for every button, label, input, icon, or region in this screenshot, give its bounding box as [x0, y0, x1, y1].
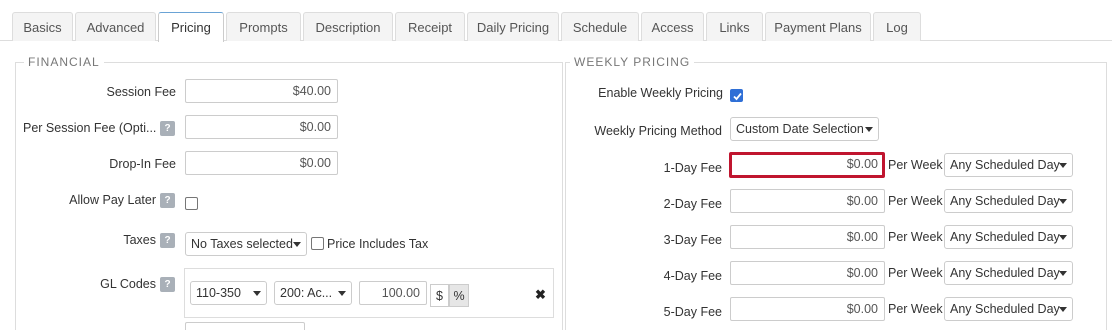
gl-remove-icon[interactable]: ✖: [535, 287, 546, 303]
fee-5-day-select[interactable]: Any Scheduled Day: [944, 297, 1073, 321]
fee-4-day-label: 4-Day Fee: [663, 269, 722, 283]
taxes-select[interactable]: No Taxes selected: [185, 232, 307, 256]
fee-1-day-label: 1-Day Fee: [663, 161, 722, 175]
per-week-label: Per Week: [888, 266, 943, 280]
taxes-select-value: No Taxes selected: [191, 237, 293, 251]
gl-amount-input[interactable]: 100.00: [359, 281, 427, 305]
weekly-pricing-method-label: Weekly Pricing Method: [594, 124, 722, 138]
enable-weekly-pricing-checkbox[interactable]: [730, 89, 743, 102]
price-includes-tax-label: Price Includes Tax: [327, 237, 429, 251]
weekly-pricing-legend: WEEKLY PRICING: [570, 55, 695, 69]
session-fee-label: Session Fee: [106, 85, 176, 99]
tab-advanced[interactable]: Advanced: [75, 12, 156, 41]
drop-in-fee-input[interactable]: $0.00: [185, 151, 338, 175]
chevron-down-icon: [1059, 163, 1067, 168]
tab-links[interactable]: Links: [706, 12, 763, 41]
session-fee-input[interactable]: $40.00: [185, 79, 338, 103]
gl-dollar-toggle[interactable]: $: [430, 284, 449, 307]
tab-daily-pricing[interactable]: Daily Pricing: [467, 12, 559, 41]
financial-legend: FINANCIAL: [24, 55, 104, 69]
fee-5-day-label: 5-Day Fee: [663, 305, 722, 319]
fee-2-day-label: 2-Day Fee: [663, 197, 722, 211]
per-session-fee-input[interactable]: $0.00: [185, 115, 338, 139]
chevron-down-icon: [253, 291, 261, 296]
per-week-label: Per Week: [888, 302, 943, 316]
enable-weekly-pricing-label: Enable Weekly Pricing: [598, 86, 723, 100]
gl-code-select-value: 110-350: [196, 286, 241, 300]
tab-payment-plans[interactable]: Payment Plans: [765, 12, 871, 41]
weekly-pricing-method-value: Custom Date Selection: [736, 122, 864, 136]
per-session-fee-help-icon[interactable]: ?: [160, 121, 175, 136]
fee-1-day-input[interactable]: $0.00: [729, 152, 885, 178]
fee-3-day-select[interactable]: Any Scheduled Day: [944, 225, 1073, 249]
gl-account-select[interactable]: 200: Ac...: [274, 281, 352, 305]
chevron-down-icon: [1059, 235, 1067, 240]
taxes-label: Taxes: [123, 233, 156, 247]
taxes-help-icon[interactable]: ?: [160, 233, 175, 248]
drop-in-fee-label: Drop-In Fee: [109, 157, 176, 171]
gl-percent-toggle[interactable]: %: [449, 284, 469, 307]
tab-description[interactable]: Description: [303, 12, 393, 41]
fee-5-day-input[interactable]: $0.00: [730, 297, 885, 321]
gl-codes-label: GL Codes: [100, 277, 156, 291]
gl-codes-help-icon[interactable]: ?: [160, 277, 175, 292]
gl-code-select[interactable]: 110-350: [190, 281, 267, 305]
tab-receipt[interactable]: Receipt: [395, 12, 465, 41]
chevron-down-icon: [1059, 307, 1067, 312]
gl-account-select-value: 200: Ac...: [280, 286, 333, 300]
fee-5-day-select-value: Any Scheduled Day: [950, 302, 1060, 316]
chevron-down-icon: [338, 291, 346, 296]
per-week-label: Per Week: [888, 194, 943, 208]
per-session-fee-label: Per Session Fee (Opti...: [23, 121, 157, 135]
chevron-down-icon: [1059, 271, 1067, 276]
tab-schedule[interactable]: Schedule: [561, 12, 639, 41]
fee-2-day-input[interactable]: $0.00: [730, 189, 885, 213]
tab-access[interactable]: Access: [641, 12, 704, 41]
fee-3-day-input[interactable]: $0.00: [730, 225, 885, 249]
weekly-pricing-method-select[interactable]: Custom Date Selection: [730, 117, 879, 141]
tab-pricing[interactable]: Pricing: [158, 12, 224, 42]
fee-1-day-select-value: Any Scheduled Day: [950, 158, 1060, 172]
fee-2-day-select-value: Any Scheduled Day: [950, 194, 1060, 208]
tab-log[interactable]: Log: [873, 12, 921, 41]
fee-4-day-select-value: Any Scheduled Day: [950, 266, 1060, 280]
additional-input[interactable]: [185, 322, 305, 330]
check-icon: [733, 92, 742, 101]
fee-3-day-label: 3-Day Fee: [663, 233, 722, 247]
allow-pay-later-checkbox[interactable]: [185, 197, 198, 210]
per-week-label: Per Week: [888, 230, 943, 244]
allow-pay-later-label: Allow Pay Later: [69, 193, 156, 207]
chevron-down-icon: [865, 127, 873, 132]
tab-prompts[interactable]: Prompts: [226, 12, 301, 41]
allow-pay-later-help-icon[interactable]: ?: [160, 193, 175, 208]
chevron-down-icon: [293, 242, 301, 247]
tab-basics[interactable]: Basics: [12, 12, 73, 41]
tab-bar: Basics Advanced Pricing Prompts Descript…: [0, 0, 1112, 42]
chevron-down-icon: [1059, 199, 1067, 204]
fee-3-day-select-value: Any Scheduled Day: [950, 230, 1060, 244]
price-includes-tax-checkbox[interactable]: [311, 237, 324, 250]
fee-4-day-select[interactable]: Any Scheduled Day: [944, 261, 1073, 285]
fee-2-day-select[interactable]: Any Scheduled Day: [944, 189, 1073, 213]
per-week-label: Per Week: [888, 158, 943, 172]
fee-1-day-select[interactable]: Any Scheduled Day: [944, 153, 1073, 177]
fee-4-day-input[interactable]: $0.00: [730, 261, 885, 285]
